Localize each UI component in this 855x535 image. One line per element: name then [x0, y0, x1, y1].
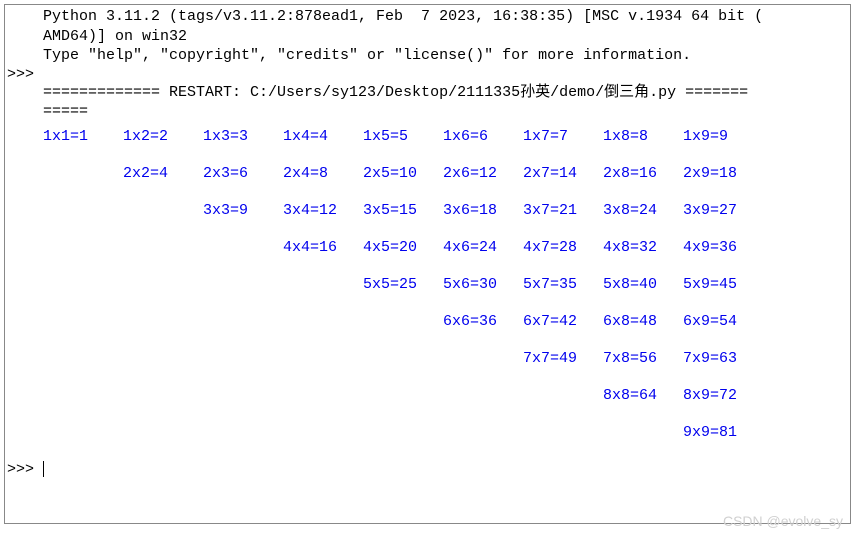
output-cell: 6x8=48	[603, 313, 683, 330]
output-cell: 3x3=9	[203, 202, 283, 219]
cursor	[43, 461, 44, 477]
output-cell: 1x7=7	[523, 128, 603, 145]
output-cell: 3x8=24	[603, 202, 683, 219]
output-cell: 5x7=35	[523, 276, 603, 293]
output-cell: 6x9=54	[683, 313, 763, 330]
output-row: 5x5=255x6=305x7=355x8=405x9=45	[43, 276, 848, 293]
output-row: 2x2=42x3=62x4=82x5=102x6=122x7=142x8=162…	[43, 165, 848, 182]
output-cell: 2x5=10	[363, 165, 443, 182]
python-help-line: Type "help", "copyright", "credits" or "…	[43, 46, 848, 66]
python-version-line-2: AMD64)] on win32	[43, 27, 848, 47]
output-row: 1x1=11x2=21x3=31x4=41x5=51x6=61x7=71x8=8…	[43, 128, 848, 145]
output-cell: 2x4=8	[283, 165, 363, 182]
output-cell: 7x7=49	[523, 350, 603, 367]
prompt-gutter	[7, 83, 43, 461]
output-cell: 4x8=32	[603, 239, 683, 256]
output-cell: 1x1=1	[43, 128, 123, 145]
output-cell: 1x5=5	[363, 128, 443, 145]
output-cell: 3x7=21	[523, 202, 603, 219]
output-cell: 6x7=42	[523, 313, 603, 330]
output-cell: 1x4=4	[283, 128, 363, 145]
output-cell: 4x6=24	[443, 239, 523, 256]
output-row: 4x4=164x5=204x6=244x7=284x8=324x9=36	[43, 239, 848, 256]
output-cell: 5x8=40	[603, 276, 683, 293]
output-row: 6x6=366x7=426x8=486x9=54	[43, 313, 848, 330]
output-cell: 9x9=81	[683, 424, 763, 441]
output-cell: 1x3=3	[203, 128, 283, 145]
output-cell: 3x4=12	[283, 202, 363, 219]
restart-line-2: =====	[43, 102, 848, 122]
output-cell: 2x9=18	[683, 165, 763, 182]
output-cell: 3x9=27	[683, 202, 763, 219]
output-cell: 2x3=6	[203, 165, 283, 182]
python-version-line: Python 3.11.2 (tags/v3.11.2:878ead1, Feb…	[43, 7, 848, 27]
output-cell: 5x5=25	[363, 276, 443, 293]
output-row: 7x7=497x8=567x9=63	[43, 350, 848, 367]
multiplication-output: 1x1=11x2=21x3=31x4=41x5=51x6=61x7=71x8=8…	[43, 128, 848, 441]
output-cell: 2x6=12	[443, 165, 523, 182]
output-cell: 3x6=18	[443, 202, 523, 219]
input-cursor-area[interactable]	[43, 461, 848, 482]
restart-line-1: ============= RESTART: C:/Users/sy123/De…	[43, 83, 848, 103]
output-cell: 6x6=36	[443, 313, 523, 330]
output-cell: 7x8=56	[603, 350, 683, 367]
output-cell: 4x5=20	[363, 239, 443, 256]
watermark: CSDN @evolve_sy	[723, 513, 843, 529]
output-cell: 5x6=30	[443, 276, 523, 293]
output-cell: 1x9=9	[683, 128, 763, 145]
output-cell: 3x5=15	[363, 202, 443, 219]
output-row: 8x8=648x9=72	[43, 387, 848, 404]
output-cell: 1x6=6	[443, 128, 523, 145]
output-cell: 2x7=14	[523, 165, 603, 182]
output-cell: 7x9=63	[683, 350, 763, 367]
idle-shell[interactable]: Python 3.11.2 (tags/v3.11.2:878ead1, Feb…	[4, 4, 851, 524]
output-row: 9x9=81	[43, 424, 848, 441]
output-cell: 4x9=36	[683, 239, 763, 256]
output-row: 3x3=93x4=123x5=153x6=183x7=213x8=243x9=2…	[43, 202, 848, 219]
output-cell: 8x8=64	[603, 387, 683, 404]
prompt-gutter	[7, 7, 43, 66]
output-cell: 2x2=4	[123, 165, 203, 182]
output-cell: 1x8=8	[603, 128, 683, 145]
prompt-marker: >>>	[7, 461, 43, 482]
output-cell: 2x8=16	[603, 165, 683, 182]
output-cell: 4x4=16	[283, 239, 363, 256]
output-cell: 5x9=45	[683, 276, 763, 293]
prompt-marker: >>>	[7, 66, 43, 83]
output-cell: 4x7=28	[523, 239, 603, 256]
output-cell: 8x9=72	[683, 387, 763, 404]
output-cell: 1x2=2	[123, 128, 203, 145]
